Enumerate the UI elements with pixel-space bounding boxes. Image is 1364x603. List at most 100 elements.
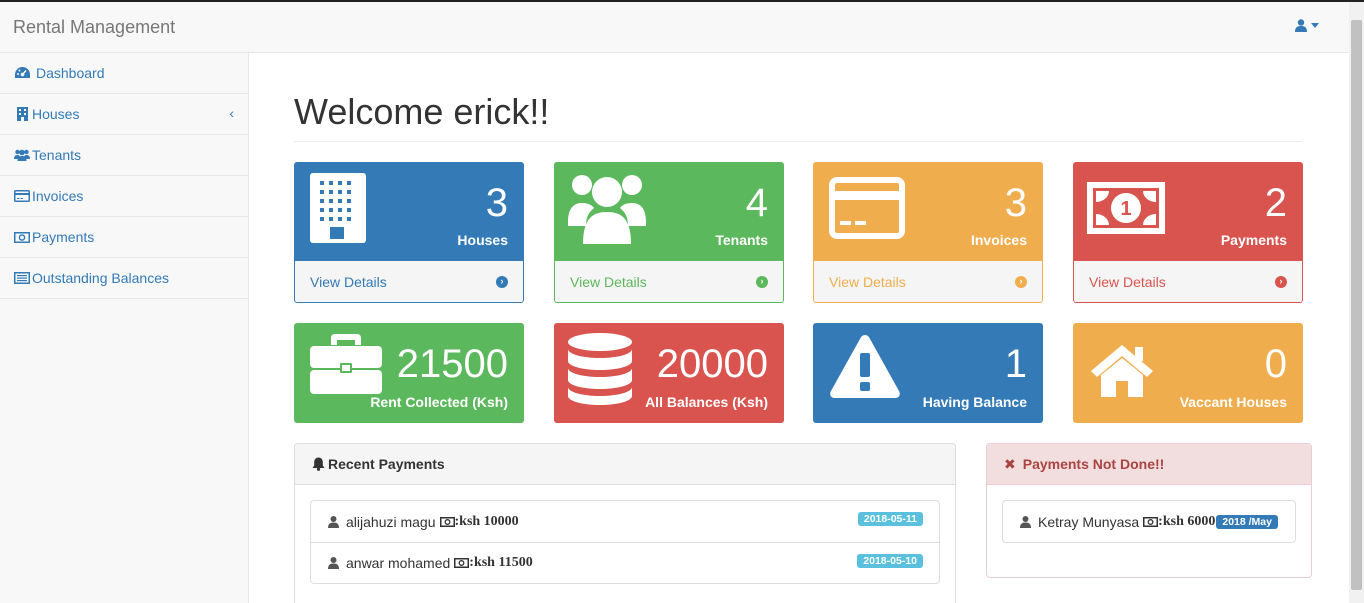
arrow-circle-right-icon: › — [1015, 275, 1027, 288]
database-icon — [568, 333, 632, 405]
payments-stat-card: 1 2 Payments View Details › — [1073, 162, 1303, 303]
sidebar-item-payments[interactable]: Payments — [0, 217, 248, 258]
list-item[interactable]: anwar mohamed :ksh 11500 2018-05-10 — [311, 542, 939, 583]
users-icon — [14, 149, 30, 161]
card-header: 3 Houses — [294, 162, 524, 261]
top-navbar: Rental Management — [0, 2, 1349, 53]
tenant-name: alijahuzi magu — [346, 513, 436, 530]
date-badge: 2018-05-11 — [857, 512, 923, 526]
tenant-name: Ketray Munyasa — [1038, 513, 1140, 530]
page-scrollbar[interactable] — [1349, 2, 1364, 603]
scrollbar-thumb[interactable] — [1351, 20, 1362, 590]
vacant-houses-card: 0 Vaccant Houses — [1073, 323, 1303, 423]
period-label: 2018 /May — [1216, 514, 1278, 529]
sidebar-item-houses[interactable]: Houses ‹ — [0, 94, 248, 135]
payments-label: Payments — [1220, 232, 1287, 248]
invoices-stat-card: 3 Invoices View Details › — [813, 162, 1043, 303]
sidebar: Dashboard Houses ‹ Tenants Invoices Paym… — [0, 53, 249, 603]
sidebar-item-invoices[interactable]: Invoices — [0, 176, 248, 217]
sidebar-item-tenants[interactable]: Tenants — [0, 135, 248, 176]
vacant-houses-value: 0 — [1264, 342, 1287, 386]
chevron-left-icon[interactable]: ‹ — [229, 105, 234, 121]
houses-stat-card: 3 Houses View Details › — [294, 162, 524, 303]
money-icon — [439, 516, 455, 527]
houses-count: 3 — [485, 181, 508, 225]
money-icon: 1 — [1087, 182, 1165, 234]
tenants-label: Tenants — [715, 232, 768, 248]
outstanding-amount: :ksh 6000 — [1158, 513, 1216, 529]
view-details-text: View Details — [310, 273, 387, 290]
user-icon — [1020, 515, 1031, 528]
rent-collected-card: 21500 Rent Collected (Ksh) — [294, 323, 524, 423]
user-icon — [328, 515, 339, 528]
houses-view-details-link[interactable]: View Details › — [294, 261, 524, 303]
dashboard-icon — [14, 67, 30, 79]
title-divider — [294, 141, 1302, 142]
having-balance-label: Having Balance — [922, 394, 1027, 410]
vacant-houses-label: Vaccant Houses — [1179, 394, 1287, 410]
invoices-label: Invoices — [970, 232, 1027, 248]
card-header: 1 2 Payments — [1073, 162, 1303, 261]
date-badge: 2018-05-10 — [857, 554, 923, 568]
all-balances-label: All Balances (Ksh) — [645, 394, 768, 410]
all-balances-value: 20000 — [656, 342, 768, 386]
money-icon — [1143, 516, 1159, 527]
building-icon — [310, 173, 366, 243]
credit-card-icon — [829, 177, 905, 239]
users-icon — [568, 175, 646, 244]
card-header: 0 Vaccant Houses — [1073, 323, 1303, 423]
briefcase-icon — [310, 334, 382, 394]
user-icon — [328, 557, 339, 569]
app-brand[interactable]: Rental Management — [13, 17, 175, 38]
card-header: 3 Invoices — [813, 162, 1043, 261]
user-icon — [1295, 19, 1307, 32]
payments-not-done-list: Ketray Munyasa :ksh 6000 2018 /May — [1002, 500, 1296, 543]
money-icon — [14, 231, 30, 243]
arrow-circle-right-icon: › — [1275, 275, 1287, 288]
recent-payments-title: Recent Payments — [328, 456, 445, 472]
having-balance-card: 1 Having Balance — [813, 323, 1043, 423]
payment-amount: :ksh 10000 — [454, 513, 519, 529]
bell-icon — [312, 457, 325, 471]
tenants-stat-card: 4 Tenants View Details › — [554, 162, 784, 303]
all-balances-card: 20000 All Balances (Ksh) — [554, 323, 784, 423]
sidebar-item-outstanding-balances[interactable]: Outstanding Balances — [0, 258, 248, 299]
tenants-view-details-link[interactable]: View Details › — [554, 261, 784, 303]
sidebar-item-dashboard[interactable]: Dashboard — [0, 53, 248, 94]
user-menu-toggle[interactable] — [1295, 19, 1319, 32]
sidebar-item-label: Payments — [32, 229, 95, 245]
list-item[interactable]: alijahuzi magu :ksh 10000 2018-05-11 — [311, 501, 939, 542]
houses-label: Houses — [457, 232, 508, 248]
arrow-circle-right-icon: › — [496, 275, 508, 288]
payments-count: 2 — [1264, 181, 1287, 225]
payments-not-done-header: ✖ Payments Not Done!! — [987, 444, 1311, 485]
card-header: 20000 All Balances (Ksh) — [554, 323, 784, 423]
warning-icon — [830, 335, 900, 398]
rent-collected-label: Rent Collected (Ksh) — [370, 394, 508, 410]
invoices-view-details-link[interactable]: View Details › — [813, 261, 1043, 303]
sidebar-item-label: Dashboard — [36, 65, 105, 81]
page-title: Welcome erick!! — [294, 91, 550, 132]
sidebar-item-label: Houses — [32, 106, 80, 122]
tenant-name: anwar mohamed — [346, 555, 451, 571]
payments-view-details-link[interactable]: View Details › — [1073, 261, 1303, 303]
list-icon — [14, 272, 30, 284]
payment-amount: :ksh 11500 — [469, 555, 533, 570]
close-icon: ✖ — [1004, 455, 1016, 472]
list-item[interactable]: Ketray Munyasa :ksh 6000 2018 /May — [1003, 501, 1295, 542]
svg-text:1: 1 — [1120, 198, 1131, 220]
payments-not-done-title: Payments Not Done!! — [1022, 456, 1165, 472]
building-icon — [14, 107, 30, 121]
home-icon — [1091, 345, 1153, 397]
credit-card-icon — [14, 190, 30, 202]
recent-payments-header: Recent Payments — [295, 444, 955, 485]
recent-payments-list: alijahuzi magu :ksh 10000 2018-05-11 anw… — [310, 500, 940, 584]
recent-payments-panel: Recent Payments alijahuzi magu :ksh 1000… — [294, 443, 956, 603]
sidebar-item-label: Invoices — [32, 188, 84, 204]
view-details-text: View Details — [570, 273, 647, 290]
arrow-circle-right-icon: › — [756, 275, 768, 288]
card-header: 4 Tenants — [554, 162, 784, 261]
having-balance-value: 1 — [1004, 342, 1027, 386]
payments-not-done-panel: ✖ Payments Not Done!! Ketray Munyasa :ks… — [986, 443, 1312, 578]
tenants-count: 4 — [745, 181, 768, 225]
